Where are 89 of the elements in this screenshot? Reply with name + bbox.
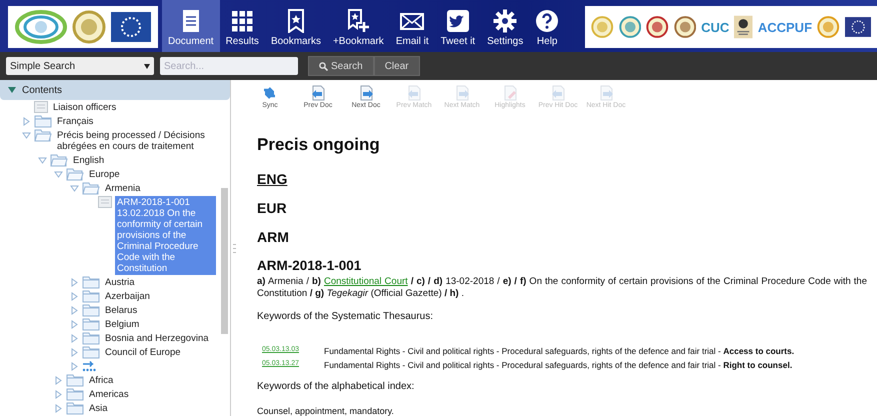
search-mode-dropdown[interactable]: Simple Search — [6, 57, 154, 75]
help-icon — [535, 9, 560, 33]
collapsed-arrow-icon[interactable] — [70, 362, 79, 370]
collapsed-arrow-icon[interactable] — [22, 116, 31, 126]
page-right-arrow-icon — [358, 85, 374, 101]
index-heading: Keywords of the alphabetical index: — [257, 381, 416, 392]
clear-button[interactable]: Clear — [374, 56, 420, 76]
expanded-arrow-icon[interactable] — [22, 130, 31, 140]
page-left-arrow-icon — [310, 85, 326, 101]
collapsed-arrow-icon[interactable] — [70, 292, 79, 300]
toolbar-button[interactable]: Tweet it — [434, 0, 482, 52]
open-folder-icon — [66, 168, 84, 181]
toolbar-button[interactable]: Help — [529, 0, 566, 52]
expanded-arrow-icon[interactable] — [38, 156, 47, 164]
collapsed-arrow-icon[interactable] — [54, 404, 63, 412]
dropdown-caret-icon — [144, 64, 150, 68]
highlighter-page-icon — [502, 85, 518, 101]
metadata-text: a) Armenia / b) Constitutional Court / c) / d) 13-02-2018 / e) / f) On the conformity of certain provisions of the Criminal Procedure Code with the Constitution / g) Tegekagir (Official Gazette) / h) . — [257, 276, 867, 300]
search-button[interactable]: Search — [308, 56, 374, 76]
gear-icon — [493, 9, 518, 33]
toolbar-button[interactable]: +Bookmark — [326, 0, 390, 52]
expanded-arrow-icon[interactable] — [54, 170, 63, 178]
search-field[interactable]: Search... — [160, 57, 298, 75]
tree-item[interactable]: Armenia — [103, 182, 142, 195]
thesaurus-heading: Keywords of the Systematic Thesaurus: — [257, 311, 434, 322]
expanded-arrow-icon[interactable] — [70, 184, 79, 192]
keyword-text: Fundamental Rights - Civil and political rights - Procedural safeguards, rights of the defence and fair trial - Right to counsel. — [324, 360, 792, 370]
tree-item[interactable]: Français — [55, 115, 96, 128]
contents-header[interactable]: Contents — [0, 80, 230, 100]
bird-icon — [446, 9, 470, 33]
toolbar-button[interactable]: Settings — [481, 0, 530, 52]
tree-item[interactable]: Asia — [87, 402, 110, 415]
open-folder-icon — [82, 182, 100, 195]
index-text: Counsel, appointment, mandatory. — [257, 406, 395, 416]
sync-icon — [262, 85, 278, 101]
tree-item[interactable]: Americas — [87, 388, 131, 401]
open-folder-icon — [50, 154, 68, 167]
reference-heading: ARM-2018-1-001 — [257, 258, 362, 273]
toolbar-button[interactable]: Bookmarks — [264, 0, 327, 52]
toolbar-button[interactable]: Document — [162, 0, 220, 52]
toolbar-button[interactable]: Email it — [390, 0, 435, 52]
document-title: Precis ongoing — [257, 135, 381, 155]
collapsed-arrow-icon[interactable] — [70, 320, 79, 328]
folder-icon — [82, 276, 100, 289]
collapsed-arrow-icon[interactable] — [54, 376, 63, 384]
folder-icon — [66, 402, 84, 415]
logo-wordmark: ACCPUF — [758, 20, 812, 34]
folder-icon — [82, 332, 100, 345]
country-heading: ARM — [257, 229, 289, 245]
folder-icon — [66, 374, 84, 387]
tree-item[interactable]: Belarus — [103, 304, 140, 317]
document-icon — [34, 101, 48, 113]
tree-item[interactable]: Bosnia and Herzegovina — [103, 332, 211, 345]
collapsed-arrow-icon[interactable] — [54, 390, 63, 398]
tree-item[interactable]: English — [71, 154, 106, 167]
tree-item[interactable]: Belgium — [103, 318, 142, 331]
collapsed-arrow-icon[interactable] — [70, 334, 79, 342]
grid-icon — [230, 9, 254, 33]
page-left-arrow-icon — [550, 85, 566, 101]
bookmark-add-icon — [346, 9, 370, 33]
folder-icon — [82, 346, 100, 359]
keyword-text: Fundamental Rights - Civil and political rights - Procedural safeguards, rights of the defence and fair trial - Access to courts. — [324, 346, 794, 356]
court-link[interactable]: Constitutional Court — [324, 276, 408, 287]
more-items-icon[interactable] — [82, 360, 96, 372]
tree-item[interactable]: Azerbaijan — [103, 290, 152, 303]
tree-item[interactable]: Council of Europe — [103, 346, 183, 359]
logo-wordmark: CUC — [701, 20, 730, 34]
page-left-arrow-icon — [406, 85, 422, 101]
folder-icon — [66, 388, 84, 401]
open-folder-icon — [34, 129, 52, 142]
tree-item[interactable]: Europe — [87, 168, 122, 181]
page-right-arrow-icon — [598, 85, 614, 101]
folder-icon — [34, 115, 52, 128]
folder-icon — [82, 318, 100, 331]
language-heading: ENG — [257, 171, 288, 187]
collapsed-arrow-icon[interactable] — [70, 306, 79, 314]
collapsed-arrow-icon[interactable] — [70, 278, 79, 286]
collapsed-arrow-icon[interactable] — [70, 348, 79, 356]
tree-item[interactable]: Liaison officers — [51, 101, 118, 114]
toolbar-button[interactable]: Results — [220, 0, 265, 52]
region-heading: EUR — [257, 200, 287, 216]
document-icon — [98, 196, 112, 208]
folder-icon — [82, 304, 100, 317]
tree-item[interactable]: Précis being processed / Décisions abrégées en cours de traitement — [55, 129, 216, 153]
tree-item[interactable]: Austria — [103, 276, 137, 289]
search-icon — [319, 62, 328, 70]
folder-icon — [82, 290, 100, 303]
tree-item[interactable]: Africa — [87, 374, 116, 387]
page-right-arrow-icon — [454, 85, 470, 101]
